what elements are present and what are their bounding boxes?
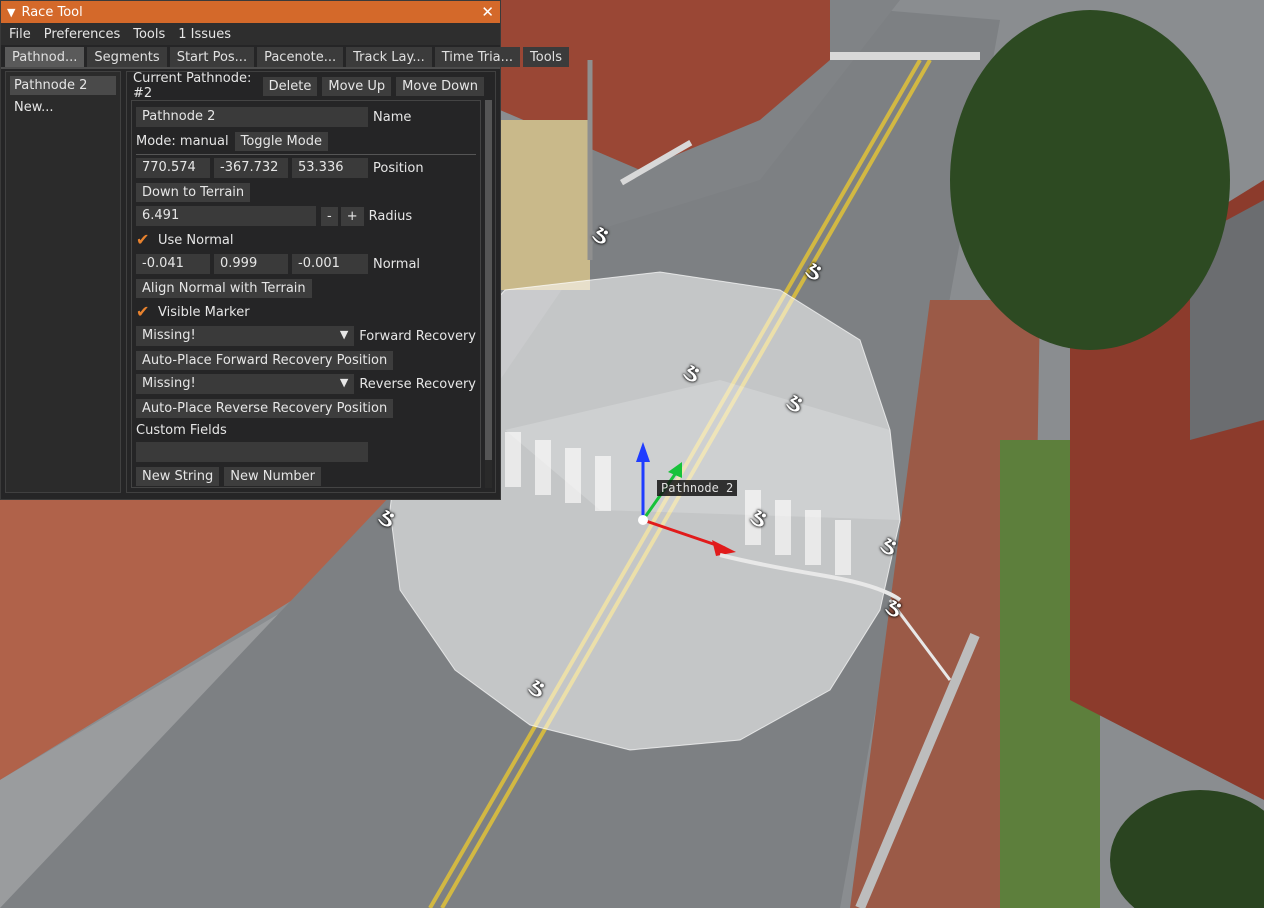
position-z-input[interactable]: 53.336 <box>292 158 368 178</box>
current-pathnode-label: Current Pathnode: #2 <box>133 71 252 101</box>
forward-recovery-label: Forward Recovery <box>359 328 476 344</box>
race-tool-window[interactable]: ▼ Race Tool ✕ File Preferences Tools 1 I… <box>0 0 570 500</box>
waypoint-icon[interactable]: ઙ <box>750 505 767 531</box>
radius-increase-button[interactable]: + <box>340 206 364 226</box>
tab-time-trials[interactable]: Time Tria... <box>434 47 521 67</box>
pathnode-editor: Current Pathnode: #2 Delete Move Up Move… <box>126 71 496 493</box>
window-title: Race Tool <box>21 4 83 20</box>
waypoint-icon[interactable]: ઙ <box>805 258 822 284</box>
normal-label: Normal <box>373 256 421 272</box>
tab-bar: Pathnod... Segments Start Pos... Pacenot… <box>1 45 570 69</box>
pathnode-list: Pathnode 2 New... <box>5 71 121 493</box>
tab-track-layout[interactable]: Track Lay... <box>346 47 432 67</box>
radius-decrease-button[interactable]: - <box>321 206 338 226</box>
position-label: Position <box>373 160 424 176</box>
toggle-mode-button[interactable]: Toggle Mode <box>234 131 328 151</box>
waypoint-icon[interactable]: ઙ <box>683 360 700 386</box>
menu-tools[interactable]: Tools <box>133 27 165 42</box>
list-item-new[interactable]: New... <box>10 98 116 117</box>
auto-place-reverse-button[interactable]: Auto-Place Reverse Recovery Position <box>136 398 394 418</box>
tab-segments[interactable]: Segments <box>87 47 167 67</box>
title-bar[interactable]: ▼ Race Tool ✕ <box>1 1 500 23</box>
waypoint-icon[interactable]: ઙ <box>528 675 545 701</box>
position-y-input[interactable]: -367.732 <box>214 158 288 178</box>
radius-label: Radius <box>368 208 413 224</box>
name-input[interactable]: Pathnode 2 <box>136 107 368 127</box>
reverse-recovery-select[interactable]: Missing! ▼ <box>136 374 355 394</box>
tab-pacenotes[interactable]: Pacenote... <box>257 47 344 67</box>
use-normal-label: Use Normal <box>158 232 234 248</box>
pathnode-properties: Pathnode 2 Name Mode: manual Toggle Mode… <box>131 100 481 488</box>
name-label: Name <box>373 109 412 125</box>
down-to-terrain-button[interactable]: Down to Terrain <box>136 182 251 202</box>
mode-text: Mode: manual <box>136 133 229 149</box>
pathnode-label: Pathnode 2 <box>657 480 738 496</box>
menu-issues[interactable]: 1 Issues <box>178 27 231 42</box>
waypoint-icon[interactable]: ઙ <box>880 533 897 559</box>
align-normal-button[interactable]: Align Normal with Terrain <box>136 278 312 298</box>
list-item-pathnode-2[interactable]: Pathnode 2 <box>10 76 116 95</box>
custom-field-input[interactable] <box>136 442 368 462</box>
visible-marker-label: Visible Marker <box>158 304 250 320</box>
use-normal-checkbox[interactable]: ✔ <box>136 232 152 248</box>
new-number-button[interactable]: New Number <box>224 466 322 486</box>
dropdown-arrow-icon: ▼ <box>339 328 349 341</box>
tab-start-positions[interactable]: Start Pos... <box>169 47 255 67</box>
collapse-icon[interactable]: ▼ <box>7 6 15 19</box>
waypoint-icon[interactable]: ઙ <box>885 595 902 621</box>
delete-button[interactable]: Delete <box>262 76 318 96</box>
tab-pathnodes[interactable]: Pathnod... <box>5 47 85 67</box>
scrollbar[interactable] <box>485 100 492 488</box>
custom-fields-label: Custom Fields <box>136 422 227 438</box>
new-string-button[interactable]: New String <box>136 466 220 486</box>
forward-recovery-value: Missing! <box>142 328 196 343</box>
divider <box>136 154 476 155</box>
normal-x-input[interactable]: -0.041 <box>136 254 210 274</box>
reverse-recovery-value: Missing! <box>142 376 196 391</box>
forward-recovery-select[interactable]: Missing! ▼ <box>136 326 355 346</box>
reverse-recovery-label: Reverse Recovery <box>359 376 476 392</box>
menu-file[interactable]: File <box>9 27 31 42</box>
dropdown-arrow-icon: ▼ <box>339 376 349 389</box>
tab-tools[interactable]: Tools <box>523 47 570 67</box>
position-x-input[interactable]: 770.574 <box>136 158 210 178</box>
move-down-button[interactable]: Move Down <box>396 76 484 96</box>
menu-preferences[interactable]: Preferences <box>44 27 120 42</box>
visible-marker-checkbox[interactable]: ✔ <box>136 304 152 320</box>
menu-bar: File Preferences Tools 1 Issues <box>1 23 500 45</box>
waypoint-icon[interactable]: ઙ <box>378 505 395 531</box>
close-icon[interactable]: ✕ <box>481 3 494 21</box>
move-up-button[interactable]: Move Up <box>322 76 392 96</box>
waypoint-icon[interactable]: ઙ <box>592 222 609 248</box>
normal-z-input[interactable]: -0.001 <box>292 254 368 274</box>
auto-place-forward-button[interactable]: Auto-Place Forward Recovery Position <box>136 350 394 370</box>
radius-input[interactable]: 6.491 <box>136 206 316 226</box>
scrollbar-thumb[interactable] <box>485 100 492 460</box>
normal-y-input[interactable]: 0.999 <box>214 254 288 274</box>
waypoint-icon[interactable]: ઙ <box>786 390 803 416</box>
